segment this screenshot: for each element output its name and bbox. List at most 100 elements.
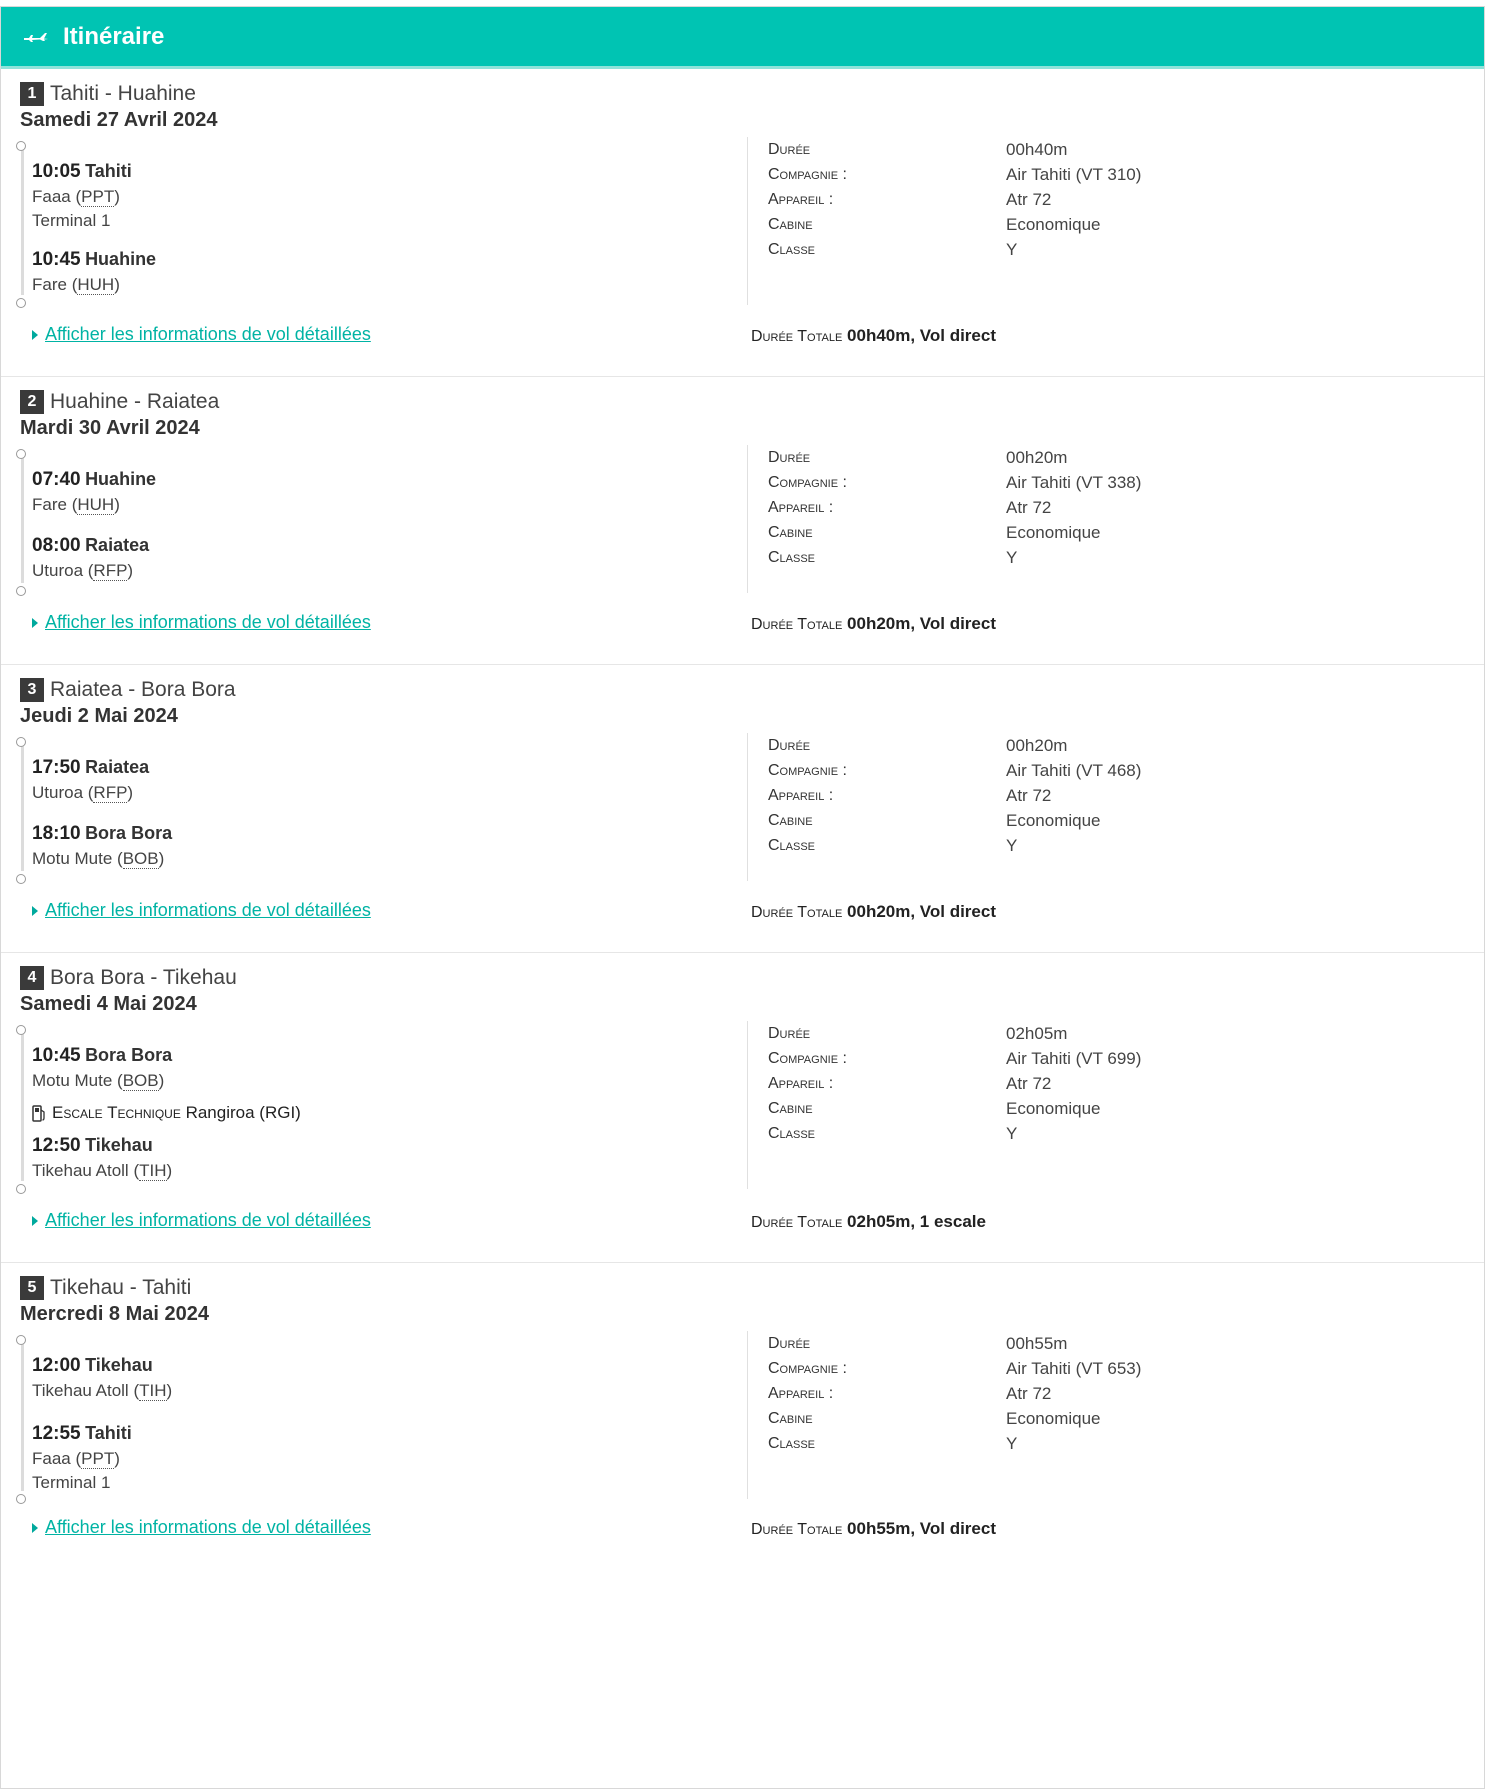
caret-right-icon (32, 905, 38, 916)
departure-airport: Faaa (PPT) (32, 187, 120, 207)
departure-city: Bora Bora (85, 1045, 173, 1065)
plane-icon (24, 32, 48, 42)
arrival-time: 18:10 (32, 823, 81, 844)
cabin-value: Economique (1006, 1408, 1101, 1428)
itinerary-panel: Itinéraire 1 Tahiti - Huahine Samedi 27 … (0, 6, 1485, 1789)
timeline-end-dot (16, 586, 26, 596)
segment-date: Samedi 27 Avril 2024 (20, 109, 218, 131)
departure-city: Tahiti (85, 161, 132, 181)
arrival: 12:55 Tahiti Faaa (PPT) Terminal 1 (32, 1423, 132, 1493)
airline-value: Air Tahiti (VT 653) (1006, 1358, 1142, 1378)
timeline-start-dot (16, 141, 26, 151)
show-flight-details-text[interactable]: Afficher les informations de vol détaill… (45, 1517, 371, 1538)
aircraft-value: Atr 72 (1006, 785, 1052, 805)
show-flight-details-link[interactable]: Afficher les informations de vol détaill… (32, 900, 371, 921)
arrival-city: Raiatea (85, 535, 150, 555)
segment-route: Raiatea - Bora Bora (50, 678, 236, 701)
aircraft-value: Atr 72 (1006, 1073, 1052, 1093)
timeline-end-dot (16, 1184, 26, 1194)
segment-number: 4 (20, 966, 44, 990)
timeline-end-dot (16, 874, 26, 884)
timeline-start-dot (16, 449, 26, 459)
cabin-value: Economique (1006, 810, 1101, 830)
show-flight-details-text[interactable]: Afficher les informations de vol détaill… (45, 1210, 371, 1231)
departure-terminal: Terminal 1 (32, 211, 111, 230)
airline-value: Air Tahiti (VT 338) (1006, 472, 1142, 492)
duration-label: Durée (768, 1334, 811, 1352)
total-duration: Durée Totale 00h55m, Vol direct (751, 1519, 996, 1539)
total-duration-value: 00h40m, Vol direct (847, 326, 996, 345)
caret-right-icon (32, 1522, 38, 1533)
timeline-start-dot (16, 1335, 26, 1345)
departure-time: 12:00 (32, 1355, 81, 1376)
departure: 10:45 Bora Bora Motu Mute (BOB) (32, 1045, 172, 1091)
arrival-airport: Tikehau Atoll (TIH) (32, 1161, 173, 1181)
total-duration-label: Durée Totale (751, 328, 843, 345)
timeline-line (21, 455, 24, 583)
technical-stop: Escale Technique Rangiroa (RGI) (32, 1103, 301, 1123)
caret-right-icon (32, 617, 38, 628)
segment-heading: 5 Tikehau - Tahiti Mercredi 8 Mai 2024 (20, 1275, 209, 1326)
segment-heading: 1 Tahiti - Huahine Samedi 27 Avril 2024 (20, 81, 218, 132)
segment-date: Samedi 4 Mai 2024 (20, 993, 197, 1015)
duration-label: Durée (768, 140, 811, 158)
cabin-value: Economique (1006, 1098, 1101, 1118)
show-flight-details-text[interactable]: Afficher les informations de vol détaill… (45, 612, 371, 633)
show-flight-details-link[interactable]: Afficher les informations de vol détaill… (32, 324, 371, 345)
aircraft-value: Atr 72 (1006, 189, 1052, 209)
airport-code: PPT (81, 187, 115, 207)
duration-value: 00h20m (1006, 447, 1068, 467)
show-flight-details-text[interactable]: Afficher les informations de vol détaill… (45, 324, 371, 345)
itinerary-header: Itinéraire (1, 7, 1484, 69)
show-flight-details-text[interactable]: Afficher les informations de vol détaill… (45, 900, 371, 921)
arrival-airport: Motu Mute (BOB) (32, 849, 165, 869)
total-duration-label: Durée Totale (751, 1521, 843, 1538)
technical-stop-label: Escale Technique (52, 1103, 181, 1122)
timeline-line (21, 743, 24, 871)
segment-heading: 4 Bora Bora - Tikehau Samedi 4 Mai 2024 (20, 965, 237, 1016)
flight-details: Durée 00h20m Compagnie : Air Tahiti (VT 46… (747, 733, 1207, 881)
departure-airport: Fare (HUH) (32, 495, 120, 515)
arrival-airport: Fare (HUH) (32, 275, 120, 295)
departure-city: Tikehau (85, 1355, 153, 1375)
airport-code: BOB (122, 1071, 159, 1091)
flight-details: Durée 02h05m Compagnie : Air Tahiti (VT 69… (747, 1021, 1207, 1189)
cabin-label: Cabine (768, 1409, 813, 1427)
airport-code: HUH (77, 495, 115, 515)
aircraft-value: Atr 72 (1006, 497, 1052, 517)
class-label: Classe (768, 836, 816, 854)
class-label: Classe (768, 240, 816, 258)
duration-value: 00h40m (1006, 139, 1068, 159)
airport-code: RFP (93, 561, 128, 581)
segment-heading: 3 Raiatea - Bora Bora Jeudi 2 Mai 2024 (20, 677, 236, 728)
cabin-value: Economique (1006, 522, 1101, 542)
segment-date: Jeudi 2 Mai 2024 (20, 705, 178, 727)
departure-city: Raiatea (85, 757, 150, 777)
airline-value: Air Tahiti (VT 468) (1006, 760, 1142, 780)
departure: 12:00 Tikehau Tikehau Atoll (TIH) (32, 1355, 172, 1401)
segment-number: 5 (20, 1276, 44, 1300)
departure-airport: Motu Mute (BOB) (32, 1071, 165, 1091)
airport-code: TIH (139, 1161, 167, 1181)
duration-value: 00h55m (1006, 1333, 1068, 1353)
aircraft-label: Appareil : (768, 1074, 834, 1092)
airline-label: Compagnie : (768, 1359, 847, 1377)
segment-heading: 2 Huahine - Raiatea Mardi 30 Avril 2024 (20, 389, 219, 440)
departure-time: 17:50 (32, 757, 81, 778)
show-flight-details-link[interactable]: Afficher les informations de vol détaill… (32, 1210, 371, 1231)
technical-stop-place: Rangiroa (RGI) (185, 1103, 301, 1122)
show-flight-details-link[interactable]: Afficher les informations de vol détaill… (32, 612, 371, 633)
duration-label: Durée (768, 448, 811, 466)
duration-value: 02h05m (1006, 1023, 1068, 1043)
arrival: 12:50 Tikehau Tikehau Atoll (TIH) (32, 1135, 172, 1181)
class-label: Classe (768, 1124, 816, 1142)
flight-segment: 3 Raiatea - Bora Bora Jeudi 2 Mai 2024 1… (1, 665, 1484, 953)
show-flight-details-link[interactable]: Afficher les informations de vol détaill… (32, 1517, 371, 1538)
total-duration-value: 00h55m, Vol direct (847, 1519, 996, 1538)
aircraft-label: Appareil : (768, 190, 834, 208)
departure-city: Huahine (85, 469, 157, 489)
airport-code: HUH (77, 275, 115, 295)
duration-value: 00h20m (1006, 735, 1068, 755)
aircraft-label: Appareil : (768, 786, 834, 804)
duration-label: Durée (768, 736, 811, 754)
